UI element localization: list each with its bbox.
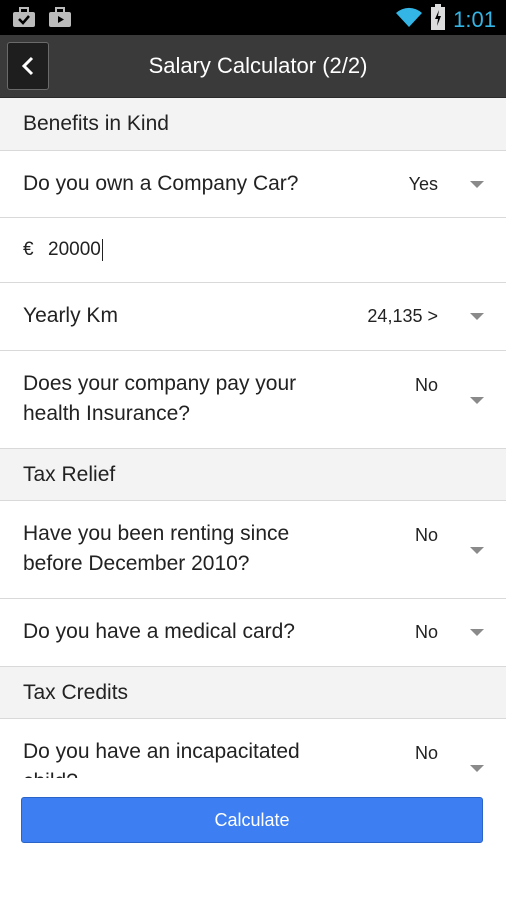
currency-symbol: €	[23, 239, 34, 260]
dropdown-caret-icon[interactable]	[470, 547, 484, 554]
yearly-km-label: Yearly Km	[23, 304, 118, 327]
car-value-input[interactable]: 20000	[48, 239, 103, 261]
medical-card-value[interactable]: No	[415, 622, 438, 643]
yearly-km-value[interactable]: 24,135 >	[367, 306, 438, 327]
status-bar: 1:01	[0, 0, 506, 35]
health-insurance-label-line1: Does your company pay your	[23, 372, 297, 395]
company-car-label: Do you own a Company Car?	[23, 172, 299, 195]
company-car-row[interactable]: Do you own a Company Car? Yes	[0, 151, 506, 218]
dropdown-caret-icon[interactable]	[470, 313, 484, 320]
back-button[interactable]	[7, 42, 49, 90]
dropdown-caret-icon[interactable]	[470, 181, 484, 188]
health-insurance-label: Does your company pay your health Insura…	[23, 369, 296, 429]
health-insurance-label-line2: health Insurance?	[23, 402, 190, 425]
health-insurance-value[interactable]: No	[415, 375, 438, 396]
renting-value[interactable]: No	[415, 525, 438, 546]
dropdown-caret-icon[interactable]	[470, 629, 484, 636]
dropdown-caret-icon[interactable]	[470, 397, 484, 404]
dropdown-caret-icon[interactable]	[470, 765, 484, 772]
medical-card-row[interactable]: Do you have a medical card? No	[0, 599, 506, 667]
page-title: Salary Calculator (2/2)	[148, 53, 368, 78]
section-header-tax-relief: Tax Relief	[0, 449, 506, 501]
incapacitated-child-label-line1: Do you have an incapacitated	[23, 740, 300, 763]
briefcase-check-icon	[12, 6, 36, 33]
medical-card-label: Do you have a medical card?	[23, 620, 295, 643]
notification-icons	[12, 6, 72, 33]
renting-row[interactable]: Have you been renting since before Decem…	[0, 501, 506, 599]
renting-label: Have you been renting since before Decem…	[23, 519, 289, 579]
renting-label-line2: before December 2010?	[23, 552, 250, 575]
app-bar: Salary Calculator (2/2)	[0, 35, 506, 98]
battery-charging-icon	[431, 4, 446, 35]
form-content[interactable]: Benefits in Kind Do you own a Company Ca…	[0, 98, 506, 778]
incapacitated-child-value[interactable]: No	[415, 743, 438, 764]
yearly-km-row[interactable]: Yearly Km 24,135 >	[0, 283, 506, 351]
calculate-button[interactable]: Calculate	[21, 797, 483, 843]
incapacitated-child-label-line2: child?	[23, 770, 78, 778]
incapacitated-child-label: Do you have an incapacitated child?	[23, 737, 300, 778]
system-icons: 1:01	[395, 4, 496, 35]
section-header-tax-credits: Tax Credits	[0, 667, 506, 719]
chevron-left-icon	[21, 56, 34, 76]
incapacitated-child-row[interactable]: Do you have an incapacitated child? No	[0, 719, 506, 778]
wifi-icon	[395, 6, 423, 33]
briefcase-play-icon	[48, 6, 72, 33]
company-car-value[interactable]: Yes	[409, 174, 438, 195]
car-value-row[interactable]: € 20000	[0, 218, 506, 283]
renting-label-line1: Have you been renting since	[23, 522, 290, 545]
section-header-benefits: Benefits in Kind	[0, 98, 506, 151]
clock-time: 1:01	[453, 6, 496, 32]
health-insurance-row[interactable]: Does your company pay your health Insura…	[0, 351, 506, 449]
